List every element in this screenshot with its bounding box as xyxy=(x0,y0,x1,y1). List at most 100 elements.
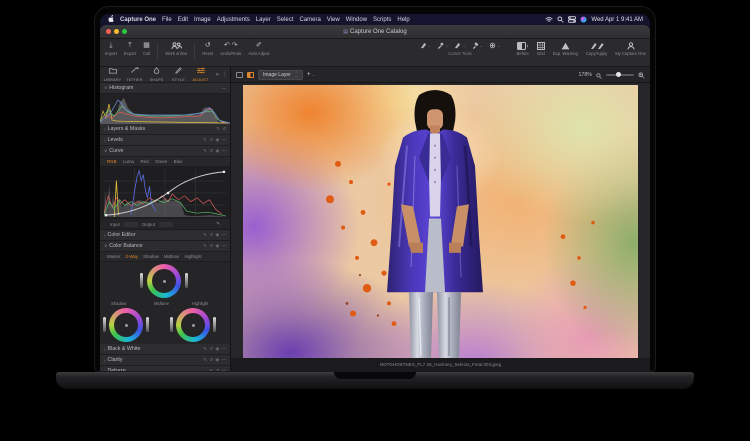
tab-shape[interactable]: SHAPE xyxy=(146,67,167,82)
panel-menu-icon[interactable]: — xyxy=(222,148,226,154)
menu-item-select[interactable]: Select xyxy=(277,17,294,23)
panel-menu-icon[interactable]: — xyxy=(222,357,226,363)
menu-item-scripts[interactable]: Scripts xyxy=(373,17,391,23)
siri-icon[interactable] xyxy=(580,16,587,23)
panel-menu-icon[interactable]: — xyxy=(222,232,226,238)
brush-icon[interactable]: ✎ xyxy=(203,232,207,238)
my-capture-one-button[interactable]: My Capture One xyxy=(615,42,646,56)
brush-icon[interactable]: ✎ xyxy=(203,137,207,143)
add-layer-button[interactable]: + ⌄ xyxy=(307,71,315,78)
menu-item-edit[interactable]: Edit xyxy=(178,17,188,23)
preset-icon[interactable]: ◉ xyxy=(215,357,219,363)
reset-button[interactable]: ↺ Reset xyxy=(202,42,213,56)
reset-panel-icon[interactable]: ↺ xyxy=(209,232,213,238)
panel-menu-icon[interactable]: — xyxy=(222,346,226,352)
menu-bar-clock[interactable]: Wed Apr 1 9:41 AM xyxy=(591,17,643,23)
curve-chart[interactable] xyxy=(100,167,230,219)
before-after-button[interactable]: Before xyxy=(517,42,529,56)
color-editor-panel-header[interactable]: › Color Editor ✎ ↺ ◉ — xyxy=(100,230,230,241)
tab-tether[interactable]: TETHER xyxy=(124,67,145,82)
reset-panel-icon[interactable]: ↺ xyxy=(209,243,213,249)
image-filename[interactable]: NOTGHOSTNES_FL7.25_Hockney_Selects_Final… xyxy=(380,362,501,367)
color-balance-panel-header[interactable]: ∨ Color Balance ✎ ↺ ◉ — xyxy=(100,241,230,252)
menu-item-adjustments[interactable]: Adjustments xyxy=(217,17,250,23)
exposure-warning-button[interactable]: Exp. Warning xyxy=(553,42,578,56)
curve-output-value[interactable] xyxy=(159,222,173,227)
curve-tab-red[interactable]: Red xyxy=(141,159,149,164)
layer-selector-dropdown[interactable]: Image Layer ⌃⌄ xyxy=(258,70,303,80)
pick-color-tool-button[interactable]: ⌄ xyxy=(437,42,448,49)
search-icon[interactable] xyxy=(557,16,564,23)
pan-tool-button[interactable]: ⌄ xyxy=(420,42,431,49)
reset-panel-icon[interactable]: ↺ xyxy=(216,368,220,371)
curve-tab-green[interactable]: Green xyxy=(155,159,167,164)
curve-tab-blue[interactable]: Blue xyxy=(174,159,183,164)
draw-mask-tool-button[interactable]: ⌄ xyxy=(454,42,465,49)
preset-icon[interactable]: ◉ xyxy=(215,346,219,352)
brush-icon[interactable]: ✎ xyxy=(203,346,207,352)
reset-panel-icon[interactable]: ↺ xyxy=(209,357,213,363)
menu-item-image[interactable]: Image xyxy=(194,17,211,23)
import-button[interactable]: ⤓ Import xyxy=(105,42,117,56)
cb-tab-3way[interactable]: 3-Way xyxy=(125,254,138,259)
menu-item-file[interactable]: File xyxy=(162,17,172,23)
panel-menu-icon[interactable]: — xyxy=(222,86,226,91)
preset-icon[interactable]: ◉ xyxy=(215,148,219,154)
proof-profile-icon[interactable] xyxy=(247,72,254,78)
midtone-saturation-slider[interactable] xyxy=(140,273,143,288)
heal-tool-button[interactable]: ⌄ xyxy=(489,42,500,49)
erase-mask-tool-button[interactable]: ⌄ xyxy=(472,42,483,49)
panel-menu-icon[interactable]: — xyxy=(222,243,226,249)
undo-redo-buttons[interactable]: ↶ ↷ Undo/Redo xyxy=(220,42,241,56)
brush-icon[interactable]: ✎ xyxy=(216,126,220,132)
tab-style[interactable]: STYLE xyxy=(168,67,189,82)
menu-item-capture-one[interactable]: Capture One xyxy=(120,17,156,23)
reset-panel-icon[interactable]: ↺ xyxy=(222,126,226,132)
cb-tab-highlight[interactable]: Highlight xyxy=(184,254,201,259)
export-button[interactable]: ⤒ Export xyxy=(124,42,136,56)
curve-tab-luma[interactable]: Luma xyxy=(123,159,134,164)
preset-icon[interactable]: ◉ xyxy=(215,232,219,238)
photo-preview[interactable] xyxy=(243,85,638,358)
levels-panel-header[interactable]: › Levels ✎ ↺ ◉ — xyxy=(100,135,230,146)
menu-item-window[interactable]: Window xyxy=(346,17,367,23)
tab-library[interactable]: LIBRARY xyxy=(102,67,123,82)
curve-input-value[interactable] xyxy=(124,222,138,227)
menu-item-help[interactable]: Help xyxy=(397,17,409,23)
reset-panel-icon[interactable]: ↺ xyxy=(209,137,213,143)
curve-panel-header[interactable]: ∨ Curve ✎ ↺ ◉ — xyxy=(100,146,230,157)
zoom-slider-handle[interactable] xyxy=(616,72,621,77)
preset-icon[interactable]: ◉ xyxy=(215,137,219,143)
curve-tab-rgb[interactable]: RGB xyxy=(107,159,117,164)
midtone-color-wheel[interactable] xyxy=(147,264,181,298)
black-white-panel-header[interactable]: › Black & White ✎ ↺ ◉ — xyxy=(100,344,230,355)
shadow-lightness-slider[interactable] xyxy=(146,317,149,332)
highlight-saturation-slider[interactable] xyxy=(170,317,173,332)
brush-icon[interactable]: ✎ xyxy=(209,368,213,371)
cull-button[interactable]: ▦ Cull xyxy=(143,42,150,56)
dehaze-panel-header[interactable]: › Dehaze ✎ ↺ — xyxy=(100,366,230,371)
highlight-lightness-slider[interactable] xyxy=(213,317,216,332)
expand-tabs-icon[interactable]: » xyxy=(216,72,219,78)
menu-item-camera[interactable]: Camera xyxy=(299,17,320,23)
reset-panel-icon[interactable]: ↺ xyxy=(209,148,213,154)
tab-overflow-menu-icon[interactable]: ⋮ xyxy=(222,71,228,78)
menu-item-view[interactable]: View xyxy=(327,17,340,23)
brush-icon[interactable]: ✎ xyxy=(203,148,207,154)
shadow-color-wheel[interactable] xyxy=(109,308,143,342)
cb-tab-master[interactable]: Master xyxy=(107,254,120,259)
histogram-panel-header[interactable]: ∨ Histogram — xyxy=(100,83,230,94)
clarity-panel-header[interactable]: › Clarity ✎ ↺ ◉ — xyxy=(100,355,230,366)
preset-icon[interactable]: ◉ xyxy=(215,243,219,249)
copy-apply-buttons[interactable]: Copy/Apply xyxy=(586,42,607,56)
panel-menu-icon[interactable]: — xyxy=(222,368,226,371)
grid-button[interactable]: Grid xyxy=(537,42,545,56)
cb-tab-midtone[interactable]: Midtone xyxy=(164,254,180,259)
midtone-lightness-slider[interactable] xyxy=(185,273,188,288)
highlight-color-wheel[interactable] xyxy=(176,308,210,342)
layers-masks-panel-header[interactable]: › Layers & Masks ✎ ↺ xyxy=(100,124,230,135)
apple-menu-icon[interactable] xyxy=(107,15,114,25)
auto-adjust-button[interactable]: ✐ Auto Adjust xyxy=(248,42,269,56)
reset-panel-icon[interactable]: ↺ xyxy=(209,346,213,352)
menu-item-layer[interactable]: Layer xyxy=(256,17,271,23)
